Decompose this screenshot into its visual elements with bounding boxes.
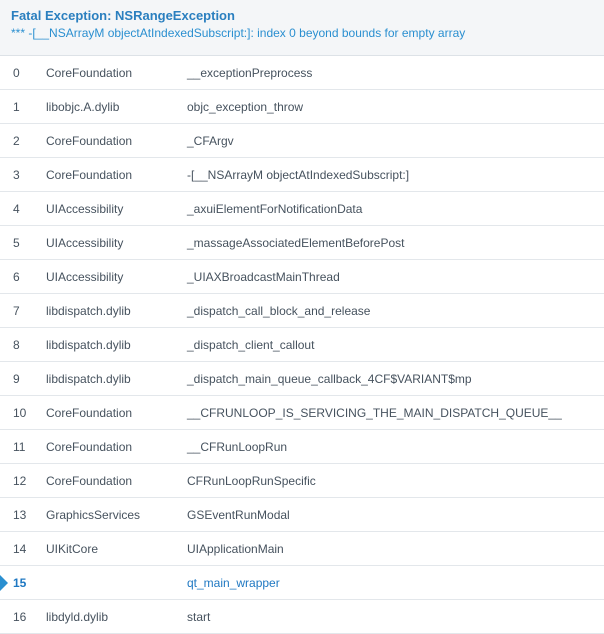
frame-row[interactable]: 14 UIKitCore UIApplicationMain bbox=[0, 532, 604, 566]
frame-row[interactable]: 2 CoreFoundation _CFArgv bbox=[0, 124, 604, 158]
frame-index: 4 bbox=[13, 202, 20, 216]
frame-symbol: _CFArgv bbox=[187, 134, 234, 148]
frame-symbol: _UIAXBroadcastMainThread bbox=[187, 270, 340, 284]
frame-index: 6 bbox=[13, 270, 20, 284]
exception-header: Fatal Exception: NSRangeException *** -[… bbox=[0, 0, 604, 56]
frame-library: CoreFoundation bbox=[46, 440, 133, 454]
frame-index: 8 bbox=[13, 338, 20, 352]
frame-symbol: UIApplicationMain bbox=[187, 542, 284, 556]
frame-symbol: GSEventRunModal bbox=[187, 508, 290, 522]
frame-symbol: _dispatch_client_callout bbox=[187, 338, 315, 352]
frame-symbol: _dispatch_main_queue_callback_4CF$VARIAN… bbox=[187, 372, 472, 386]
frame-row[interactable]: 3 CoreFoundation -[__NSArrayM objectAtIn… bbox=[0, 158, 604, 192]
frame-row[interactable]: 12 CoreFoundation CFRunLoopRunSpecific bbox=[0, 464, 604, 498]
frame-index: 5 bbox=[13, 236, 20, 250]
stack-trace: 0 CoreFoundation __exceptionPreprocess 1… bbox=[0, 56, 604, 634]
frame-index: 15 bbox=[13, 576, 27, 590]
frame-symbol[interactable]: qt_main_wrapper bbox=[187, 576, 280, 590]
frame-symbol: _dispatch_call_block_and_release bbox=[187, 304, 371, 318]
frame-index: 16 bbox=[13, 610, 27, 624]
frame-row[interactable]: 0 CoreFoundation __exceptionPreprocess bbox=[0, 56, 604, 90]
frame-library: libdyld.dylib bbox=[46, 610, 109, 624]
exception-message: *** -[__NSArrayM objectAtIndexedSubscrip… bbox=[11, 26, 466, 40]
frame-index: 1 bbox=[13, 100, 20, 114]
frame-library: UIAccessibility bbox=[46, 270, 124, 284]
frame-library: libdispatch.dylib bbox=[46, 304, 131, 318]
frame-symbol: __CFRunLoopRun bbox=[187, 440, 288, 454]
frame-symbol: __exceptionPreprocess bbox=[187, 66, 313, 80]
frame-row[interactable]: 1 libobjc.A.dylib objc_exception_throw bbox=[0, 90, 604, 124]
frame-index: 7 bbox=[13, 304, 20, 318]
frame-index: 3 bbox=[13, 168, 20, 182]
frame-library: GraphicsServices bbox=[46, 508, 141, 522]
frame-row[interactable]: 4 UIAccessibility _axuiElementForNotific… bbox=[0, 192, 604, 226]
frame-row[interactable]: 9 libdispatch.dylib _dispatch_main_queue… bbox=[0, 362, 604, 396]
frame-index: 9 bbox=[13, 372, 20, 386]
current-frame-marker-icon bbox=[0, 575, 8, 591]
frame-symbol: __CFRUNLOOP_IS_SERVICING_THE_MAIN_DISPAT… bbox=[187, 406, 562, 420]
frame-row[interactable]: 11 CoreFoundation __CFRunLoopRun bbox=[0, 430, 604, 464]
frame-index: 10 bbox=[13, 406, 27, 420]
frame-index: 2 bbox=[13, 134, 20, 148]
frame-row[interactable]: 13 GraphicsServices GSEventRunModal bbox=[0, 498, 604, 532]
exception-title: Fatal Exception: NSRangeException bbox=[11, 8, 235, 23]
frame-symbol: objc_exception_throw bbox=[187, 100, 304, 114]
frame-row[interactable]: 16 libdyld.dylib start bbox=[0, 600, 604, 634]
frame-symbol: CFRunLoopRunSpecific bbox=[187, 474, 316, 488]
frame-row[interactable]: 8 libdispatch.dylib _dispatch_client_cal… bbox=[0, 328, 604, 362]
frame-library: CoreFoundation bbox=[46, 134, 133, 148]
frame-symbol: start bbox=[187, 610, 211, 624]
frame-symbol: -[__NSArrayM objectAtIndexedSubscript:] bbox=[187, 168, 410, 182]
frame-library: UIAccessibility bbox=[46, 202, 124, 216]
frame-symbol: _axuiElementForNotificationData bbox=[187, 202, 363, 216]
frame-library: libdispatch.dylib bbox=[46, 338, 131, 352]
frame-index: 12 bbox=[13, 474, 27, 488]
frame-library: CoreFoundation bbox=[46, 406, 133, 420]
frame-library: CoreFoundation bbox=[46, 168, 133, 182]
frame-index: 11 bbox=[13, 440, 26, 454]
frame-index: 13 bbox=[13, 508, 27, 522]
frame-symbol: _massageAssociatedElementBeforePost bbox=[187, 236, 405, 250]
frame-library: libobjc.A.dylib bbox=[46, 100, 120, 114]
frame-row[interactable]: 10 CoreFoundation __CFRUNLOOP_IS_SERVICI… bbox=[0, 396, 604, 430]
frame-row[interactable]: 7 libdispatch.dylib _dispatch_call_block… bbox=[0, 294, 604, 328]
frame-library: CoreFoundation bbox=[46, 66, 133, 80]
frame-library: UIKitCore bbox=[46, 542, 99, 556]
frame-index: 0 bbox=[13, 66, 20, 80]
frame-library: libdispatch.dylib bbox=[46, 372, 131, 386]
frame-row[interactable]: 5 UIAccessibility _massageAssociatedElem… bbox=[0, 226, 604, 260]
frame-index: 14 bbox=[13, 542, 27, 556]
frame-row-active[interactable]: 15 qt_main_wrapper bbox=[0, 566, 604, 600]
frame-row[interactable]: 6 UIAccessibility _UIAXBroadcastMainThre… bbox=[0, 260, 604, 294]
frame-library: UIAccessibility bbox=[46, 236, 124, 250]
frame-library: CoreFoundation bbox=[46, 474, 133, 488]
